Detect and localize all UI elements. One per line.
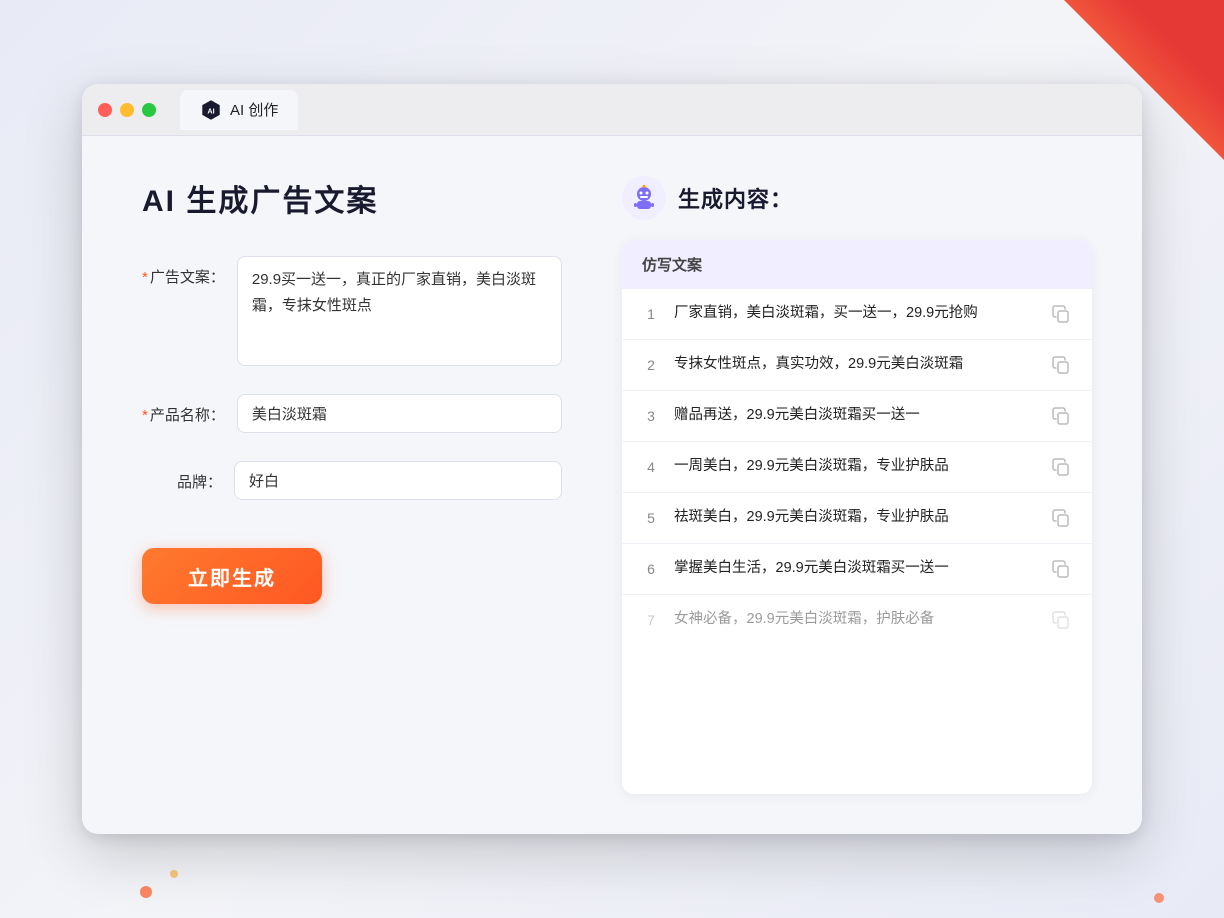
row-number: 5 <box>642 510 660 526</box>
row-number: 2 <box>642 357 660 373</box>
copy-icon[interactable] <box>1050 354 1072 376</box>
ai-tab-icon: AI <box>200 99 222 121</box>
row-number: 3 <box>642 408 660 424</box>
minimize-button[interactable] <box>120 103 134 117</box>
brand-input[interactable] <box>234 461 562 500</box>
copy-icon[interactable] <box>1050 507 1072 529</box>
left-panel: AI 生成广告文案 *广告文案： *产品名称： 品牌： 立 <box>142 176 562 794</box>
row-number: 6 <box>642 561 660 577</box>
decorative-dot-2 <box>170 870 178 878</box>
browser-window: AI AI 创作 AI 生成广告文案 *广告文案： *产品名称： <box>82 84 1142 834</box>
copy-icon[interactable] <box>1050 303 1072 325</box>
page-title: AI 生成广告文案 <box>142 176 562 220</box>
ad-copy-label: *广告文案： <box>142 256 225 287</box>
row-text: 赠品再送，29.9元美白淡斑霜买一送一 <box>674 405 1036 427</box>
result-rows-container: 1 厂家直销，美白淡斑霜，买一送一，29.9元抢购 2 专抹女性斑点，真实功效，… <box>622 289 1092 645</box>
product-name-row: *产品名称： <box>142 394 562 433</box>
row-text: 女神必备，29.9元美白淡斑霜，护肤必备 <box>674 609 1036 631</box>
table-row: 4 一周美白，29.9元美白淡斑霜，专业护肤品 <box>622 442 1092 493</box>
traffic-lights <box>98 103 156 117</box>
table-row: 5 祛斑美白，29.9元美白淡斑霜，专业护肤品 <box>622 493 1092 544</box>
robot-icon <box>630 184 658 212</box>
close-button[interactable] <box>98 103 112 117</box>
robot-icon-wrap <box>622 176 666 220</box>
tab-label: AI 创作 <box>230 99 278 120</box>
row-text: 祛斑美白，29.9元美白淡斑霜，专业护肤品 <box>674 507 1036 529</box>
table-row: 2 专抹女性斑点，真实功效，29.9元美白淡斑霜 <box>622 340 1092 391</box>
generate-button[interactable]: 立即生成 <box>142 548 322 604</box>
tab-ai-creation[interactable]: AI AI 创作 <box>180 90 298 130</box>
maximize-button[interactable] <box>142 103 156 117</box>
required-star-1: * <box>142 269 148 286</box>
product-name-input[interactable] <box>237 394 562 433</box>
decorative-dot-3 <box>1154 893 1164 903</box>
row-text: 掌握美白生活，29.9元美白淡斑霜买一送一 <box>674 558 1036 580</box>
row-number: 7 <box>642 612 660 628</box>
copy-icon[interactable] <box>1050 456 1072 478</box>
row-text: 专抹女性斑点，真实功效，29.9元美白淡斑霜 <box>674 354 1036 376</box>
result-table: 仿写文案 1 厂家直销，美白淡斑霜，买一送一，29.9元抢购 2 专抹女性斑点，… <box>622 240 1092 794</box>
table-row: 7 女神必备，29.9元美白淡斑霜，护肤必备 <box>622 595 1092 645</box>
table-row: 6 掌握美白生活，29.9元美白淡斑霜买一送一 <box>622 544 1092 595</box>
table-row: 3 赠品再送，29.9元美白淡斑霜买一送一 <box>622 391 1092 442</box>
result-header: 生成内容： <box>622 176 1092 220</box>
result-title: 生成内容： <box>678 182 793 214</box>
required-star-2: * <box>142 407 148 424</box>
svg-text:AI: AI <box>207 106 214 115</box>
ad-copy-row: *广告文案： <box>142 256 562 366</box>
brand-row: 品牌： <box>142 461 562 500</box>
copy-icon[interactable] <box>1050 405 1072 427</box>
copy-icon[interactable] <box>1050 609 1072 631</box>
row-text: 一周美白，29.9元美白淡斑霜，专业护肤品 <box>674 456 1036 478</box>
row-number: 1 <box>642 306 660 322</box>
brand-label: 品牌： <box>142 461 222 492</box>
copy-icon[interactable] <box>1050 558 1072 580</box>
row-text: 厂家直销，美白淡斑霜，买一送一，29.9元抢购 <box>674 303 1036 325</box>
result-table-header: 仿写文案 <box>622 240 1092 289</box>
content-area: AI 生成广告文案 *广告文案： *产品名称： 品牌： 立 <box>82 136 1142 834</box>
title-bar: AI AI 创作 <box>82 84 1142 136</box>
row-number: 4 <box>642 459 660 475</box>
product-name-label: *产品名称： <box>142 394 225 425</box>
ad-copy-input[interactable] <box>237 256 562 366</box>
table-row: 1 厂家直销，美白淡斑霜，买一送一，29.9元抢购 <box>622 289 1092 340</box>
right-panel: 生成内容： 仿写文案 1 厂家直销，美白淡斑霜，买一送一，29.9元抢购 2 专… <box>622 176 1092 794</box>
decorative-dot-1 <box>140 886 152 898</box>
